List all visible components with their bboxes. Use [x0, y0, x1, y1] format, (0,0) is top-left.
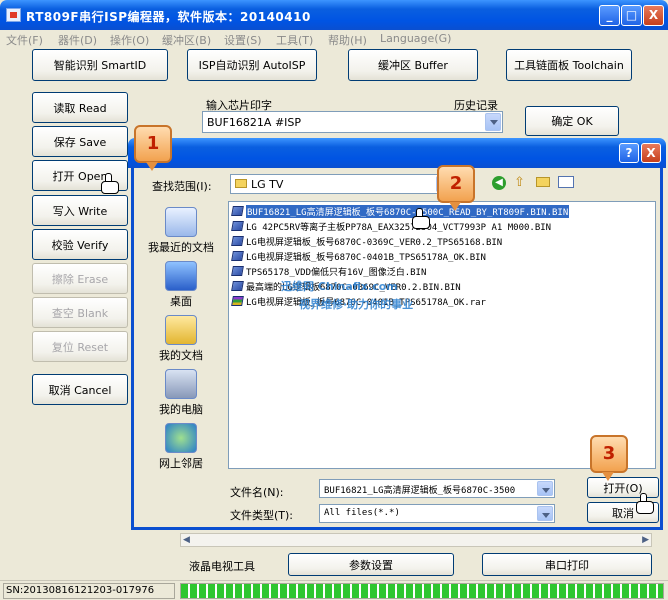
callout-step-3: 3 — [590, 435, 628, 481]
filename-value: BUF16821_LG高清屏逻辑板_板号6870C-3500 — [324, 486, 516, 496]
filetype-value: All files(*.*) — [324, 508, 400, 518]
serial-print-button[interactable]: 串口打印 — [482, 553, 652, 576]
hand-cursor-icon — [636, 493, 654, 514]
menu-language[interactable]: Language(G) — [380, 32, 451, 45]
close-button[interactable]: X — [643, 5, 664, 26]
open-file-dialog: 查找范围(I): LG TV ◀ ⇧ 我最近的文档 桌面 我的文档 我的电脑 网… — [131, 168, 663, 530]
menu-help[interactable]: 帮助(H) — [328, 32, 367, 48]
back-icon[interactable]: ◀ — [492, 176, 506, 190]
smart-id-button[interactable]: 智能识别 SmartID — [32, 49, 168, 81]
rar-file-icon — [231, 296, 244, 306]
erase-button[interactable]: 擦除 Erase — [32, 263, 128, 294]
progress-bar — [180, 583, 664, 599]
menu-operation[interactable]: 操作(O) — [110, 32, 149, 48]
scroll-left-icon[interactable]: ◀ — [183, 535, 190, 545]
place-my-computer[interactable]: 我的电脑 — [140, 369, 222, 417]
callout-step-1: 1 — [134, 125, 172, 171]
window-title: RT809F串行ISP编程器，软件版本：20140410 — [26, 10, 311, 24]
hand-cursor-icon — [101, 173, 119, 194]
file-item[interactable]: BUF16821_LG高清屏逻辑板_板号6870C-3500C_READ_BY_… — [231, 204, 570, 218]
bin-file-icon — [231, 221, 244, 231]
status-bar: SN:20130816121203-017976 — [0, 580, 668, 600]
progress-fill — [181, 584, 663, 598]
horizontal-scrollbar[interactable]: ◀ ▶ — [180, 533, 652, 547]
filetype-label: 文件类型(T): — [230, 509, 294, 522]
verify-button[interactable]: 校验 Verify — [32, 229, 128, 260]
blank-button[interactable]: 查空 Blank — [32, 297, 128, 328]
lookin-combo[interactable]: LG TV — [230, 174, 454, 194]
my-computer-icon — [165, 369, 197, 399]
filetype-dropdown-arrow-icon[interactable] — [537, 506, 553, 521]
recent-docs-icon — [165, 207, 197, 237]
file-item[interactable]: LG 42PC5RV等离子主板PP78A_EAX32572504_VCT7993… — [231, 220, 551, 233]
minimize-button[interactable]: _ — [599, 5, 620, 26]
file-item[interactable]: TPS65178_VDD偏低只有16V_图像泛白.BIN — [231, 265, 426, 278]
menu-tools[interactable]: 工具(T) — [276, 32, 313, 48]
filename-dropdown-arrow-icon[interactable] — [537, 481, 553, 496]
chip-combo[interactable]: BUF16821A #ISP — [202, 111, 503, 133]
scroll-right-icon[interactable]: ▶ — [642, 535, 649, 545]
place-recent[interactable]: 我最近的文档 — [140, 207, 222, 255]
app-icon — [6, 8, 21, 22]
chip-value: BUF16821A #ISP — [207, 116, 302, 129]
desktop-icon — [165, 261, 197, 291]
window-title-bar: RT809F串行ISP编程器，软件版本：20140410 _ □ X — [0, 0, 668, 30]
cancel-button[interactable]: 取消 Cancel — [32, 374, 128, 405]
reset-button[interactable]: 复位 Reset — [32, 331, 128, 362]
filename-combo[interactable]: BUF16821_LG高清屏逻辑板_板号6870C-3500 — [319, 479, 555, 498]
up-folder-icon[interactable]: ⇧ — [514, 175, 525, 190]
dialog-title-bar: ? X — [128, 138, 666, 168]
new-folder-icon[interactable] — [536, 177, 550, 187]
bin-file-icon — [231, 251, 244, 261]
save-button[interactable]: 保存 Save — [32, 126, 128, 157]
file-item[interactable]: LG电视屏逻辑板_板号6870C-0401B_TPS65178A_OK.BIN — [231, 250, 486, 263]
bin-file-icon — [231, 281, 244, 291]
read-button[interactable]: 读取 Read — [32, 92, 128, 123]
filename-label: 文件名(N): — [230, 486, 284, 499]
watermark-slogan: 视界维修·助力你的事业 — [299, 298, 414, 311]
my-documents-icon — [165, 315, 197, 345]
menu-settings[interactable]: 设置(S) — [224, 32, 262, 48]
lcd-tools-label: 液晶电视工具 — [189, 560, 255, 573]
place-network[interactable]: 网上邻居 — [140, 423, 222, 471]
dialog-help-button[interactable]: ? — [619, 143, 639, 163]
auto-isp-button[interactable]: ISP自动识别 AutoISP — [187, 49, 317, 81]
serial-number: SN:20130816121203-017976 — [3, 583, 175, 599]
filetype-combo[interactable]: All files(*.*) — [319, 504, 555, 523]
confirm-ok-button[interactable]: 确定 OK — [525, 106, 619, 136]
write-button[interactable]: 写入 Write — [32, 195, 128, 226]
places-bar: 我最近的文档 桌面 我的文档 我的电脑 网上邻居 — [140, 199, 224, 521]
file-list: BUF16821_LG高清屏逻辑板_板号6870C-3500C_READ_BY_… — [228, 201, 656, 469]
params-button[interactable]: 参数设置 — [288, 553, 454, 576]
chip-dropdown-arrow-icon[interactable] — [485, 113, 501, 131]
bin-file-icon — [231, 236, 244, 246]
menu-buffer[interactable]: 缓冲区(B) — [162, 32, 211, 48]
toolchain-button[interactable]: 工具链面板 Toolchain — [506, 49, 632, 81]
lookin-value: LG TV — [235, 178, 283, 191]
menu-device[interactable]: 器件(D) — [58, 32, 97, 48]
maximize-button[interactable]: □ — [621, 5, 642, 26]
callout-step-2: 2 — [437, 165, 475, 211]
network-icon — [165, 423, 197, 453]
place-my-documents[interactable]: 我的文档 — [140, 315, 222, 363]
bin-file-icon — [231, 206, 244, 216]
place-desktop[interactable]: 桌面 — [140, 261, 222, 309]
folder-icon — [235, 179, 247, 188]
bin-file-icon — [231, 266, 244, 276]
watermark-site: 迅维网 Chinafix.com — [281, 280, 398, 293]
view-menu-icon[interactable] — [558, 176, 574, 188]
file-item[interactable]: LG电视屏逻辑板_板号6870C-0369C_VER0.2_TPS65168.B… — [231, 235, 502, 248]
menu-file[interactable]: 文件(F) — [6, 32, 43, 48]
hand-cursor-icon — [412, 208, 430, 229]
lookin-label: 查找范围(I): — [152, 180, 212, 193]
menu-bar: 文件(F) 器件(D) 操作(O) 缓冲区(B) 设置(S) 工具(T) 帮助(… — [0, 30, 668, 47]
buffer-button[interactable]: 缓冲区 Buffer — [348, 49, 478, 81]
dialog-close-button[interactable]: X — [641, 143, 661, 163]
